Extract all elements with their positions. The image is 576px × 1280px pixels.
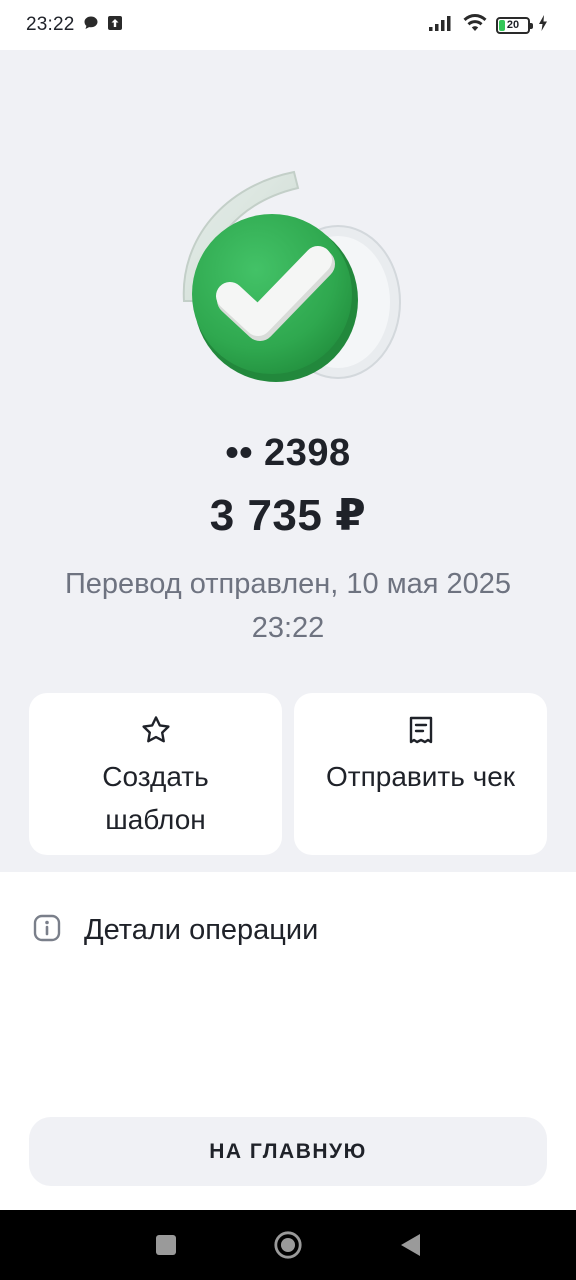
circle-home-icon[interactable] bbox=[273, 1230, 303, 1260]
triangle-back-icon[interactable] bbox=[395, 1230, 425, 1260]
status-bar: 23:22 20 bbox=[0, 0, 576, 50]
upload-icon bbox=[107, 15, 123, 36]
chat-bubble-icon bbox=[83, 15, 99, 36]
operation-details-row[interactable]: Детали операции bbox=[30, 900, 546, 960]
status-bar-right: 20 bbox=[428, 13, 548, 38]
charging-icon bbox=[538, 14, 548, 37]
card-number: •• 2398 bbox=[225, 432, 351, 474]
transfer-amount: 3 735 ₽ bbox=[209, 491, 367, 540]
operation-details-label: Детали операции bbox=[84, 913, 319, 946]
square-recents-icon[interactable] bbox=[151, 1230, 181, 1260]
send-receipt-button[interactable]: Отправить чек bbox=[294, 693, 547, 855]
action-buttons: Создать шаблон Отправить чек bbox=[29, 693, 547, 855]
check-circle-icon bbox=[168, 168, 408, 438]
create-template-button[interactable]: Создать шаблон bbox=[29, 693, 282, 855]
star-icon bbox=[139, 713, 173, 747]
create-template-label: Создать шаблон bbox=[102, 761, 209, 835]
signal-icon bbox=[428, 14, 454, 37]
transfer-status-text: Перевод отправлен, 10 мая 2025 23:22 bbox=[64, 568, 512, 644]
status-time: 23:22 bbox=[26, 14, 75, 35]
battery-icon: 20 bbox=[496, 16, 533, 34]
transfer-summary: •• 2398 3 735 ₽ Перевод отправлен, 10 ма… bbox=[0, 50, 576, 872]
info-icon bbox=[30, 911, 64, 950]
go-home-button[interactable]: НА ГЛАВНУЮ bbox=[29, 1117, 547, 1186]
send-receipt-label: Отправить чек bbox=[325, 761, 516, 792]
status-bar-left: 23:22 bbox=[26, 14, 123, 36]
battery-level: 20 bbox=[506, 19, 520, 31]
system-nav-bar bbox=[0, 1210, 576, 1280]
receipt-icon bbox=[404, 713, 438, 747]
wifi-icon bbox=[462, 13, 488, 38]
